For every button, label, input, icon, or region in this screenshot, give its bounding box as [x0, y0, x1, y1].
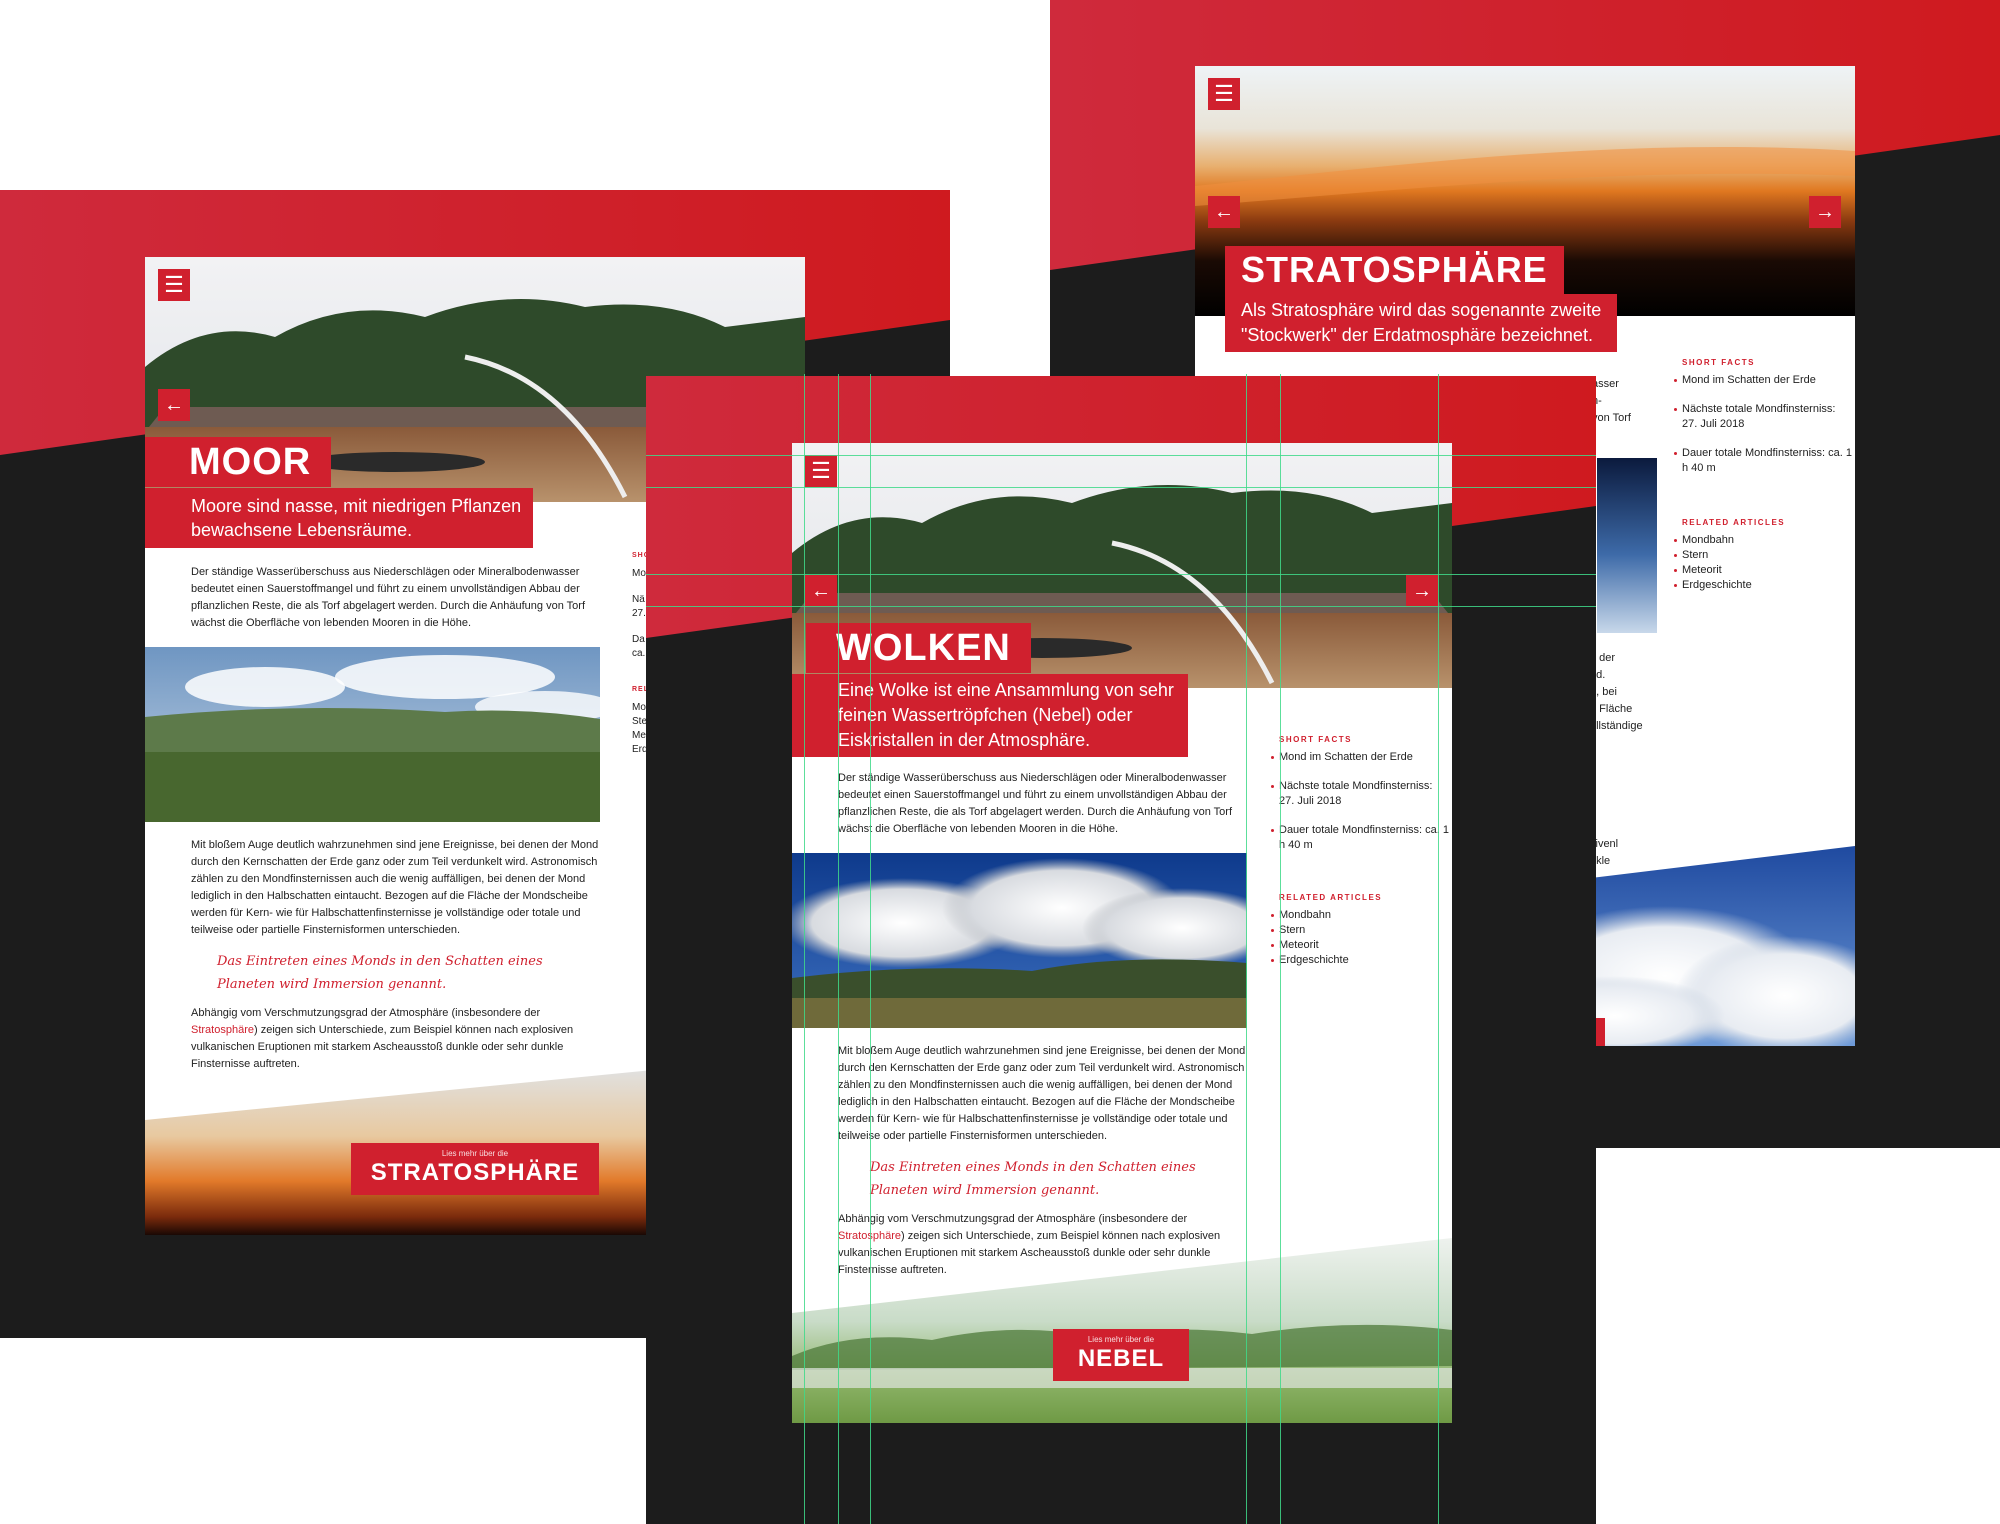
related-articles-section: RELATED ARTICLES Mondbahn Stern Meteorit…	[1271, 893, 1449, 968]
page-subtitle: Als Stratosphäre wird das sogenannte zwe…	[1225, 294, 1618, 352]
prev-arrow-icon[interactable]: ←	[158, 389, 190, 421]
layout-guide	[1438, 374, 1439, 1524]
read-more-button[interactable]: Lies mehr über die NEBEL	[1053, 1329, 1189, 1381]
menu-icon[interactable]: ☰	[1208, 78, 1240, 110]
related-article-link[interactable]: Mondbahn	[1271, 908, 1449, 923]
stratosphere-link[interactable]: Stratosphäre	[191, 1024, 254, 1036]
short-fact-item: Dauer totale Mondfinsterniss: ca. 1 h 40…	[1271, 824, 1449, 851]
related-articles-title: RELATED ARTICLES	[1279, 893, 1383, 902]
menu-icon[interactable]: ☰	[158, 269, 190, 301]
related-articles-title: RELATED ARTICLES	[1682, 518, 1786, 527]
short-fact-item: Nächste totale Mondfinsterniss: 27. Juli…	[1674, 402, 1852, 432]
pull-quote: Das Eintreten eines Monds in den Schatte…	[870, 1160, 1196, 1198]
related-article-link[interactable]: Mondbahn	[1674, 533, 1852, 548]
moor-landscape-image	[145, 647, 600, 822]
related-article-link[interactable]: Meteorit	[1674, 563, 1852, 578]
related-article-link[interactable]: Erdgeschichte	[1271, 953, 1449, 968]
related-articles-section: RELATED ARTICLES Mondbahn Stern Meteorit…	[1674, 518, 1852, 593]
text-fragments-mid: n der ird. n, bei e Fläche ollständige	[1590, 652, 1643, 732]
page-subtitle: Moore sind nasse, mit niedrigen Pflanzen…	[145, 488, 534, 548]
related-article-link[interactable]: Meteorit	[1271, 938, 1449, 953]
intro-paragraph: Der ständige Wasserüberschuss aus Nieder…	[838, 772, 1233, 835]
layout-guide	[804, 374, 805, 1524]
pull-quote: Das Eintreten eines Monds in den Schatte…	[217, 954, 543, 992]
related-article-link[interactable]: Stern	[1674, 548, 1852, 563]
prev-arrow-icon[interactable]: ←	[1208, 196, 1240, 228]
body-paragraph: Mit bloßem Auge deutlich wahrzunehmen si…	[191, 839, 599, 936]
page-title: WOLKEN	[806, 623, 1031, 673]
short-facts-section: SHORT FACTS Mond im Schatten der Erde Nä…	[1674, 358, 1852, 476]
layout-guide	[838, 374, 839, 1524]
layout-guide	[646, 606, 1596, 607]
layout-guide	[1246, 374, 1247, 1524]
short-fact-item: Dauer totale Mondfinsterniss: ca. 1 h 40…	[1674, 447, 1852, 474]
page-subtitle: Eine Wolke ist eine Ansammlung von sehr f…	[792, 674, 1188, 757]
short-facts-section: SHORT FACTS Mond im Schatten der Erde Nä…	[1271, 735, 1449, 853]
layout-guide	[1280, 374, 1281, 1524]
earth-limb-image	[1597, 458, 1657, 633]
short-fact-item: Mond im Schatten der Erde	[1674, 373, 1852, 388]
layout-guide	[870, 374, 871, 1524]
page-title: STRATOSPHÄRE	[1225, 246, 1564, 294]
next-arrow-icon[interactable]: →	[1406, 575, 1438, 607]
short-facts-title: SHORT FACTS	[1682, 358, 1755, 367]
clouds-landscape-image	[792, 853, 1247, 1028]
prev-arrow-icon[interactable]: ←	[805, 575, 837, 607]
short-facts-title: SHORT FACTS	[1279, 735, 1352, 744]
wolken-page: ☰ ← → WOLKEN Eine Wolke ist eine Ansamml…	[792, 443, 1452, 1423]
layout-guide	[646, 574, 1596, 575]
related-article-link[interactable]: Erdgeschichte	[1674, 578, 1852, 593]
layout-guide	[646, 487, 1596, 488]
layout-guide	[646, 455, 1596, 456]
page-title: MOOR	[145, 437, 332, 487]
short-fact-item: Mond im Schatten der Erde	[1271, 750, 1449, 765]
short-fact-item: Nächste totale Mondfinsterniss: 27. Juli…	[1271, 779, 1449, 809]
related-article-link[interactable]: Stern	[1271, 923, 1449, 938]
body-paragraph: Mit bloßem Auge deutlich wahrzunehmen si…	[838, 1045, 1246, 1142]
next-arrow-icon[interactable]: →	[1809, 196, 1841, 228]
intro-paragraph: Der ständige Wasserüberschuss aus Nieder…	[191, 566, 586, 629]
text-fragments-top: asser n-von Torf	[1592, 378, 1631, 424]
read-more-button[interactable]: Lies mehr über die STRATOSPHÄRE	[351, 1143, 599, 1195]
menu-icon[interactable]: ☰	[805, 455, 837, 487]
